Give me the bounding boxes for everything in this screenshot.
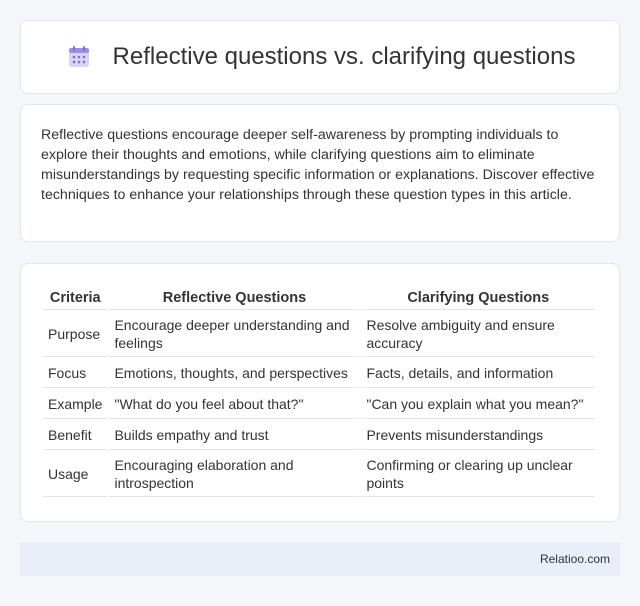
table-cell: Usage — [43, 452, 108, 497]
comparison-card: Criteria Reflective Questions Clarifying… — [20, 263, 620, 522]
footer: Relatioo.com — [20, 542, 620, 576]
table-row: Usage Encouraging elaboration and intros… — [43, 452, 595, 497]
table-cell: Builds empathy and trust — [109, 421, 360, 450]
column-header-clarifying: Clarifying Questions — [361, 286, 595, 310]
table-cell: Facts, details, and information — [361, 359, 595, 388]
table-row: Example "What do you feel about that?" "… — [43, 390, 595, 419]
title-card: Reflective questions vs. clarifying ques… — [20, 20, 620, 94]
table-cell: Purpose — [43, 312, 108, 357]
table-cell: Encourage deeper understanding and feeli… — [109, 312, 360, 357]
table-cell: Focus — [43, 359, 108, 388]
table-cell: "Can you explain what you mean?" — [361, 390, 595, 419]
page-title: Reflective questions vs. clarifying ques… — [112, 43, 576, 70]
calendar-icon — [65, 43, 93, 71]
table-row: Purpose Encourage deeper understanding a… — [43, 312, 595, 357]
intro-card: Reflective questions encourage deeper se… — [20, 104, 620, 242]
intro-paragraph: Reflective questions encourage deeper se… — [41, 127, 595, 203]
table-cell: Confirming or clearing up unclear points — [361, 452, 595, 497]
table-cell: "What do you feel about that?" — [109, 390, 360, 419]
column-header-reflective: Reflective Questions — [109, 286, 360, 310]
table-cell: Benefit — [43, 421, 108, 450]
table-row: Benefit Builds empathy and trust Prevent… — [43, 421, 595, 450]
column-header-criteria: Criteria — [43, 286, 108, 310]
table-cell: Resolve ambiguity and ensure accuracy — [361, 312, 595, 357]
footer-site-link[interactable]: Relatioo.com — [540, 552, 610, 566]
table-cell: Emotions, thoughts, and perspectives — [109, 359, 360, 388]
table-cell: Example — [43, 390, 108, 419]
table-row: Focus Emotions, thoughts, and perspectiv… — [43, 359, 595, 388]
comparison-table: Criteria Reflective Questions Clarifying… — [41, 284, 597, 499]
table-cell: Encouraging elaboration and introspectio… — [109, 452, 360, 497]
table-cell: Prevents misunderstandings — [361, 421, 595, 450]
